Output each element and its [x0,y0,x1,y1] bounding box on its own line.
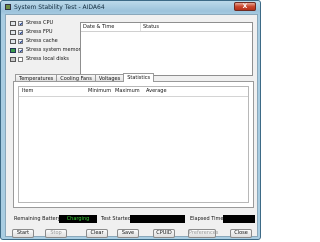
option-stress-memory[interactable]: Stress system memory [10,46,84,54]
title-bar[interactable]: System Stability Test - AIDA64 X [1,1,260,14]
disk-icon [10,56,16,62]
option-stress-disks[interactable]: Stress local disks [10,55,69,63]
remaining-battery-label: Remaining Battery: [14,216,62,222]
test-started-value [130,215,185,223]
option-label: Stress local disks [26,56,69,62]
cache-icon [10,38,16,44]
log-header: Date & Time Status [81,23,252,32]
stress-fpu-checkbox[interactable] [18,29,23,35]
window-title: System Stability Test - AIDA64 [14,4,105,11]
window-close-button[interactable]: X [234,2,256,11]
start-button[interactable]: Start [12,229,34,238]
preferences-button[interactable]: Preferences [188,229,218,238]
stop-button[interactable]: Stop [45,229,67,238]
column-item[interactable]: Item [22,87,33,96]
statistics-panel: Item Minimum Maximum Average [13,81,254,208]
statistics-table[interactable]: Item Minimum Maximum Average [18,86,249,203]
stability-test-window: System Stability Test - AIDA64 X Stress … [0,0,261,240]
event-log-table[interactable]: Date & Time Status [80,22,253,76]
column-date-time[interactable]: Date & Time [81,23,141,31]
option-label: Stress FPU [26,29,53,35]
option-label: Stress system memory [26,47,84,53]
column-status[interactable]: Status [141,23,252,31]
option-label: Stress CPU [26,20,54,26]
option-stress-cache[interactable]: Stress cache [10,37,58,45]
clear-button[interactable]: Clear [86,229,108,238]
close-icon: X [242,3,248,10]
option-label: Stress cache [26,38,58,44]
column-maximum[interactable]: Maximum [115,87,140,96]
stress-cpu-checkbox[interactable] [18,20,23,26]
fpu-icon [10,29,16,35]
statistics-header: Item Minimum Maximum Average [19,87,248,97]
stress-memory-checkbox[interactable] [18,47,23,53]
column-minimum[interactable]: Minimum [88,87,111,96]
client-area: Stress CPU Stress FPU Stress cache Stres… [5,14,258,238]
elapsed-time-label: Elapsed Time: [190,216,226,222]
close-button[interactable]: Close [230,229,252,238]
memory-icon [10,47,16,53]
test-started-label: Test Started: [101,216,133,222]
cpu-icon [10,20,16,26]
remaining-battery-value: Charging [59,215,97,223]
save-button[interactable]: Save [117,229,139,238]
app-icon [5,4,11,10]
cpuid-button[interactable]: CPUID [153,229,175,238]
elapsed-time-value [223,215,255,223]
stress-disks-checkbox[interactable] [18,56,23,62]
option-stress-cpu[interactable]: Stress CPU [10,19,53,27]
column-average[interactable]: Average [146,87,167,96]
stress-cache-checkbox[interactable] [18,38,23,44]
option-stress-fpu[interactable]: Stress FPU [10,28,53,36]
tab-statistics[interactable]: Statistics [123,73,155,82]
